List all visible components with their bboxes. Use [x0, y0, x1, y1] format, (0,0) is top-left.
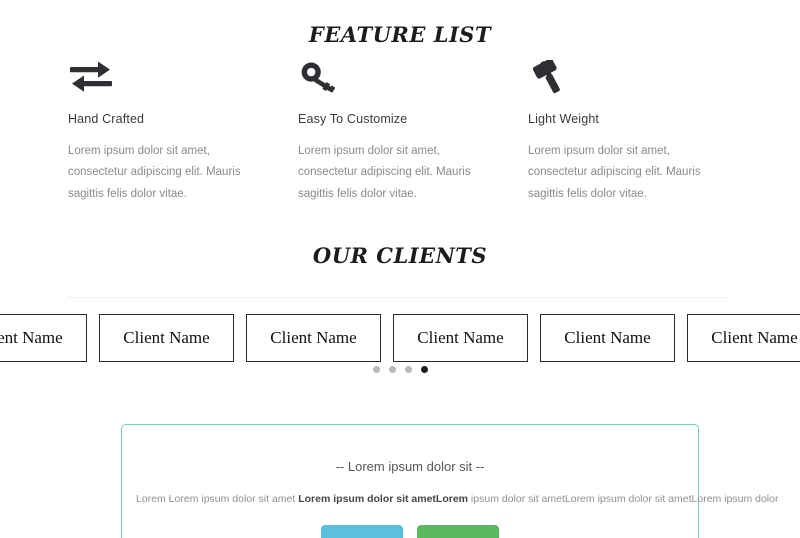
feature-description: Lorem ipsum dolor sit amet, consectetur …	[298, 145, 471, 200]
panel-text-bold: Lorem ipsum dolor sit ametLorem	[298, 493, 469, 505]
feature-item-light-weight: Light Weight Lorem ipsum dolor sit amet,…	[528, 60, 758, 205]
feature-list: Hand Crafted Lorem ipsum dolor sit amet,…	[68, 60, 758, 205]
carousel-dot[interactable]	[372, 366, 380, 373]
page-root: FEATURE LIST Hand Crafted Lorem ipsum do…	[0, 0, 800, 538]
feature-description: Lorem ipsum dolor sit amet, consectetur …	[68, 145, 241, 200]
panel-text-before: Lorem Lorem ipsum dolor sit amet	[136, 493, 299, 505]
client-card[interactable]: Client Name	[0, 314, 87, 362]
feature-list-title: FEATURE LIST	[308, 22, 492, 47]
panel-description: Lorem Lorem ipsum dolor sit amet Lorem i…	[122, 493, 778, 505]
info-button[interactable]	[321, 525, 403, 538]
section-divider	[68, 297, 730, 298]
promo-panel: -- Lorem ipsum dolor sit -- Lorem Lorem …	[121, 424, 778, 538]
feature-heading: Easy To Customize	[298, 112, 408, 126]
clients-carousel[interactable]: Client Name Client Name Client Name Clie…	[0, 314, 800, 364]
carousel-pagination[interactable]	[0, 366, 800, 373]
client-card[interactable]: Client Name	[540, 314, 675, 362]
feature-description: Lorem ipsum dolor sit amet, consectetur …	[528, 145, 701, 200]
our-clients-title: OUR CLIENTS	[312, 243, 488, 268]
panel-button-group	[122, 525, 698, 538]
panel-heading: -- Lorem ipsum dolor sit --	[335, 459, 485, 474]
feature-item-hand-crafted: Hand Crafted Lorem ipsum dolor sit amet,…	[68, 60, 298, 205]
carousel-dot[interactable]	[388, 366, 396, 373]
panel-text-after: ipsum dolor sit ametLorem ipsum dolor si…	[468, 493, 779, 505]
gavel-icon	[528, 60, 732, 102]
success-button[interactable]	[417, 525, 499, 538]
carousel-dot-active[interactable]	[420, 366, 428, 373]
feature-heading: Light Weight	[528, 112, 600, 126]
feature-heading: Hand Crafted	[68, 112, 145, 126]
exchange-arrows-icon	[68, 60, 272, 102]
client-card[interactable]: Client Name	[246, 314, 381, 362]
key-icon	[298, 60, 502, 102]
client-card[interactable]: Client Name	[99, 314, 234, 362]
client-card[interactable]: Client Name	[687, 314, 800, 362]
carousel-dot[interactable]	[404, 366, 412, 373]
carousel-track[interactable]: Client Name Client Name Client Name Clie…	[0, 314, 800, 362]
client-card[interactable]: Client Name	[393, 314, 528, 362]
feature-item-easy-to-customize: Easy To Customize Lorem ipsum dolor sit …	[298, 60, 528, 205]
